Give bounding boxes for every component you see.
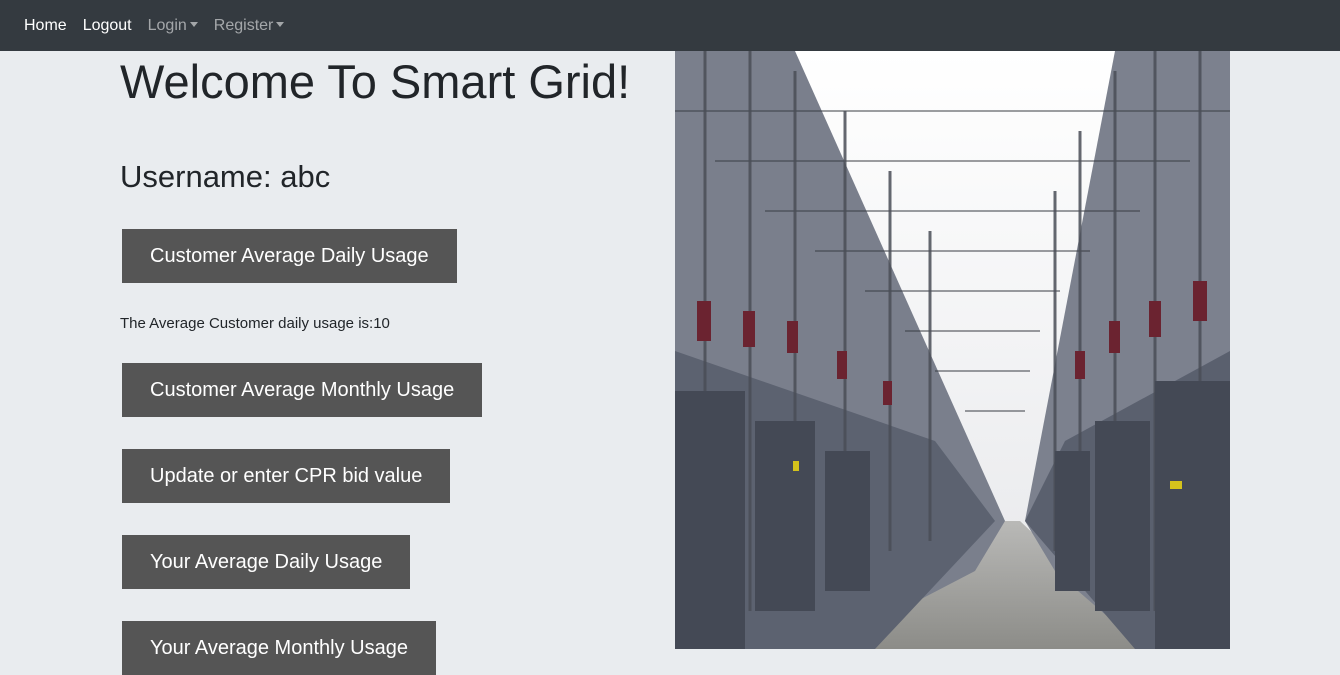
customer-average-daily-usage-button[interactable]: Customer Average Daily Usage bbox=[122, 229, 457, 283]
nav-login-label: Login bbox=[147, 16, 187, 34]
update-cpr-bid-button[interactable]: Update or enter CPR bid value bbox=[122, 449, 451, 503]
your-average-monthly-usage-button[interactable]: Your Average Monthly Usage bbox=[122, 621, 436, 675]
page-title: Welcome To Smart Grid! bbox=[120, 55, 631, 108]
nav-register-label: Register bbox=[213, 16, 274, 34]
customer-average-monthly-usage-button[interactable]: Customer Average Monthly Usage bbox=[122, 363, 483, 417]
login-dropdown-caret-icon bbox=[189, 21, 198, 27]
nav-register-dropdown[interactable]: Register bbox=[214, 17, 285, 35]
nav-home-link[interactable]: Home bbox=[24, 17, 67, 35]
substation-illustration bbox=[675, 51, 1230, 649]
username-heading: Username: abc bbox=[120, 159, 331, 194]
nav-logout-link[interactable]: Logout bbox=[83, 17, 132, 35]
register-dropdown-caret-icon bbox=[276, 21, 285, 27]
daily-usage-result-text: The Average Customer daily usage is:10 bbox=[120, 315, 390, 332]
your-average-daily-usage-button[interactable]: Your Average Daily Usage bbox=[122, 535, 411, 589]
nav-login-dropdown[interactable]: Login bbox=[148, 17, 198, 35]
substation-photo bbox=[675, 51, 1230, 649]
navbar: Home Logout Login Register bbox=[0, 0, 1340, 51]
